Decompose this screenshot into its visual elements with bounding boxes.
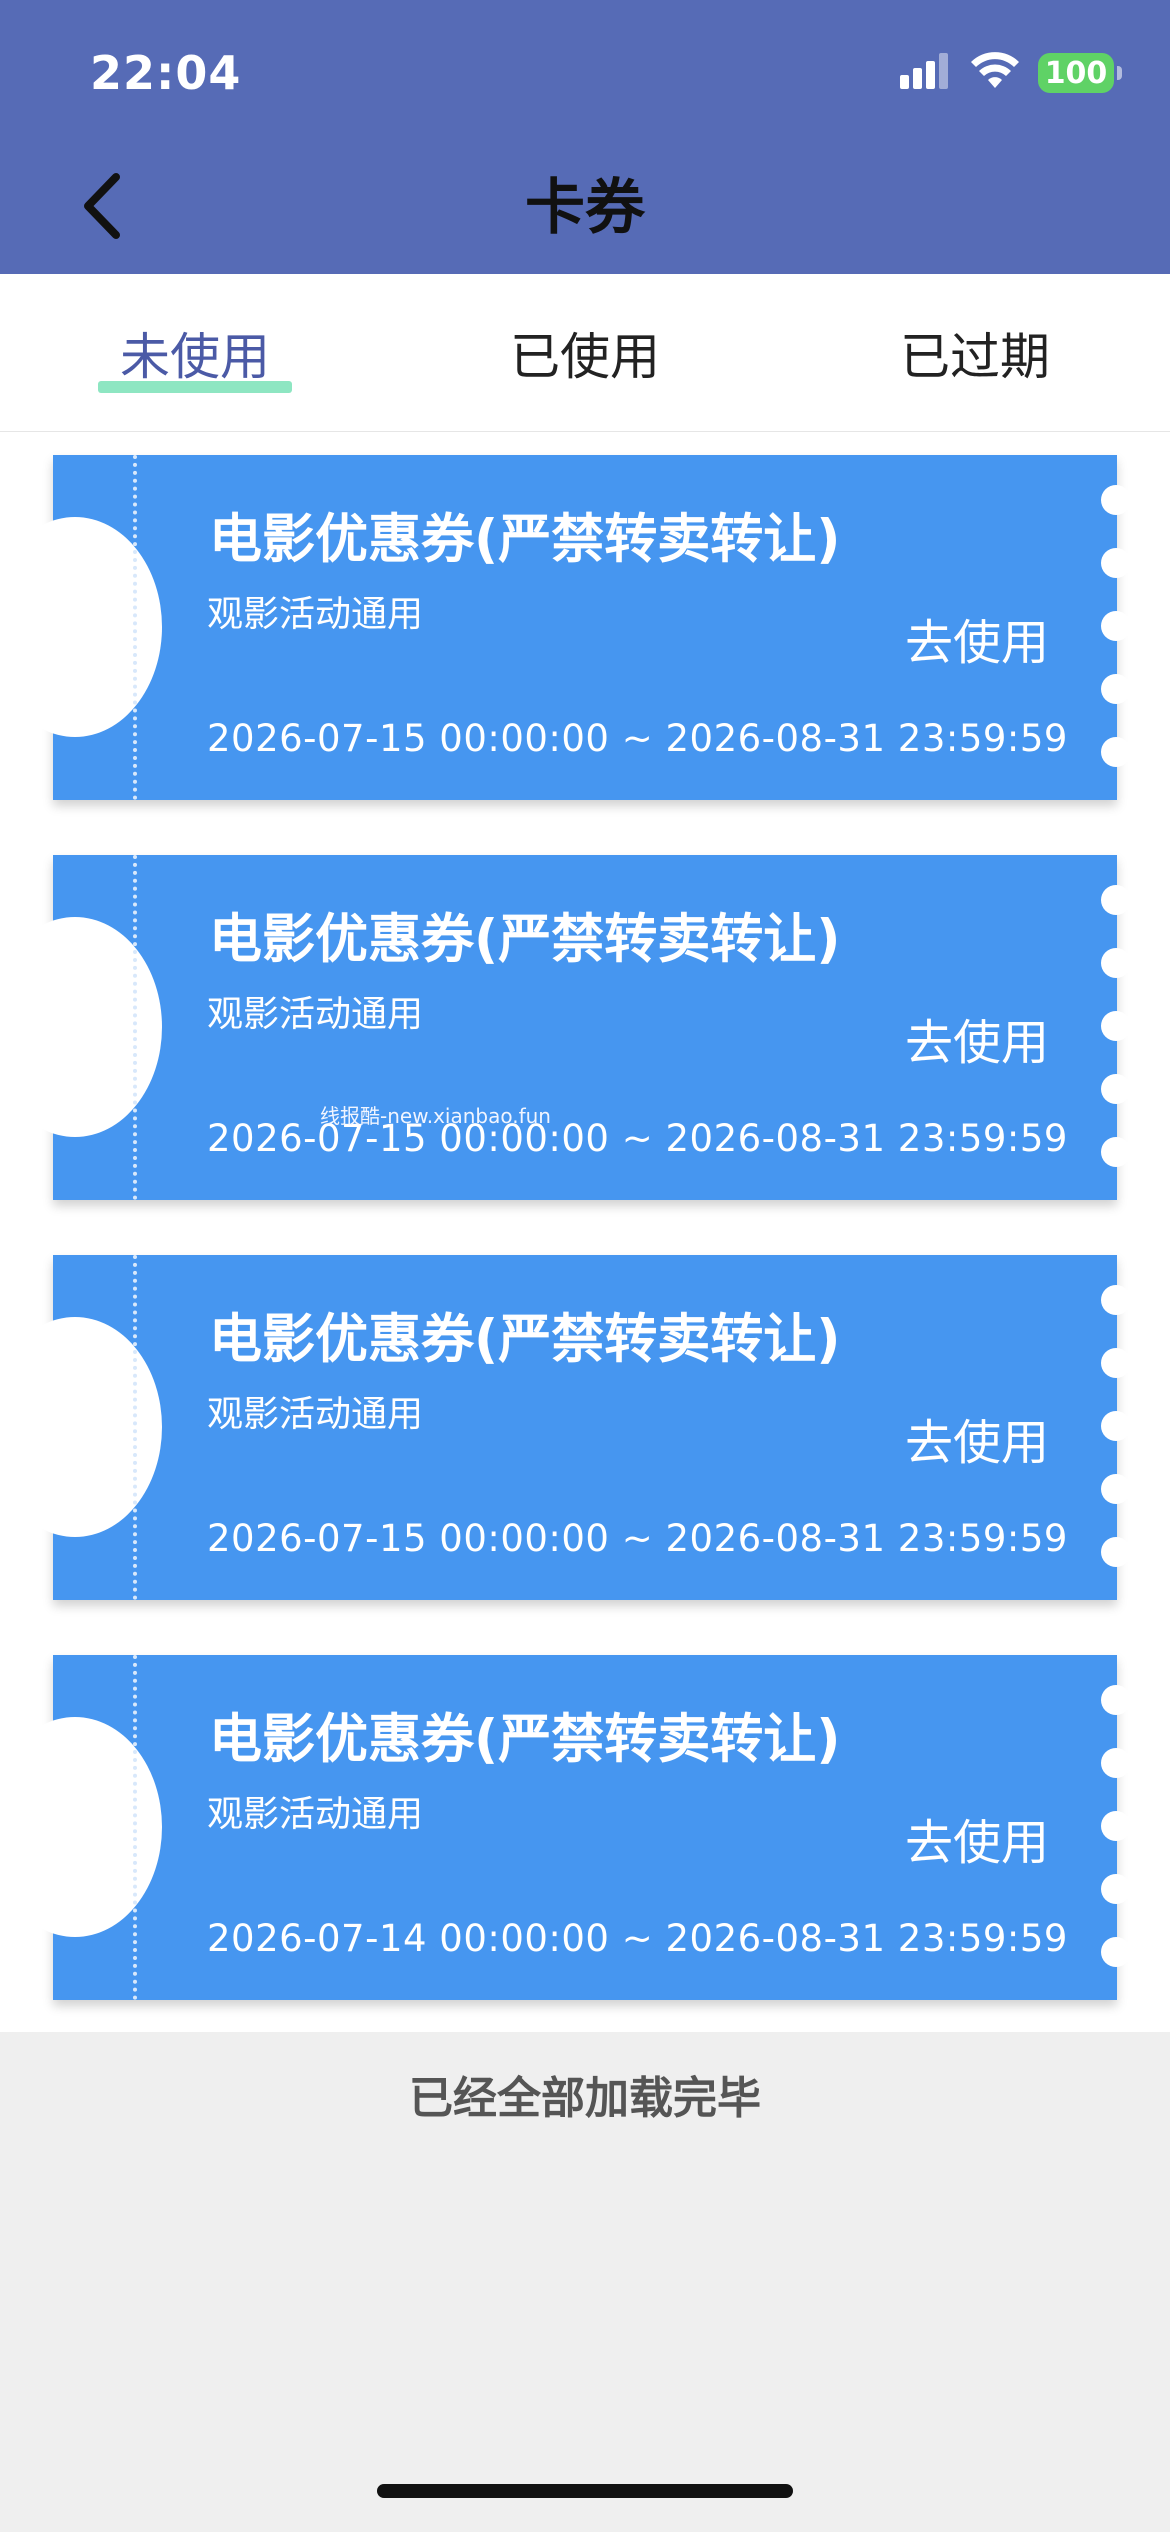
ticket-scallop bbox=[1101, 885, 1131, 915]
ticket-scallop bbox=[1101, 1685, 1131, 1715]
ticket-scallop bbox=[1101, 1011, 1131, 1041]
ticket-notch bbox=[0, 1317, 162, 1537]
coupon-subtitle: 观影活动通用 bbox=[207, 1794, 424, 1835]
ticket-scallop bbox=[1101, 1348, 1131, 1378]
tab-used[interactable]: 已使用 bbox=[390, 274, 780, 432]
coupon-title: 电影优惠券(严禁转卖转让) bbox=[209, 1709, 841, 1770]
coupon-subtitle: 观影活动通用 bbox=[207, 994, 424, 1035]
use-coupon-button[interactable]: 去使用 bbox=[905, 1803, 1049, 1873]
ticket-scallop bbox=[1101, 737, 1131, 767]
wifi-icon bbox=[970, 52, 1020, 94]
watermark-text: 线报酷-new.xianbao.fun bbox=[320, 1104, 551, 1128]
status-time: 22:04 bbox=[90, 46, 242, 100]
ticket-notch bbox=[0, 917, 162, 1137]
ticket-scallop bbox=[1101, 1074, 1131, 1104]
tab-label: 已过期 bbox=[900, 328, 1050, 386]
load-complete-text: 已经全部加载完毕 bbox=[409, 2073, 761, 2124]
tab-bar: 未使用 已使用 已过期 bbox=[0, 274, 1170, 432]
ticket-notch bbox=[0, 1717, 162, 1937]
perforation-line bbox=[133, 1655, 137, 2000]
back-button[interactable] bbox=[82, 168, 142, 248]
signal-icon bbox=[900, 53, 952, 93]
app-header: 22:04 100 卡券 bbox=[0, 0, 1170, 274]
tab-unused[interactable]: 未使用 bbox=[0, 274, 390, 432]
ticket-scallop bbox=[1101, 1937, 1131, 1967]
coupon-card[interactable]: 电影优惠券(严禁转卖转让) 观影活动通用 去使用 2026-07-15 00:0… bbox=[0, 1255, 1131, 1600]
battery-icon: 100 bbox=[1038, 53, 1122, 93]
ticket-scallop bbox=[1101, 1411, 1131, 1441]
coupon-card[interactable]: 电影优惠券(严禁转卖转让) 观影活动通用 去使用 2026-07-15 00:0… bbox=[0, 855, 1131, 1200]
tab-label-wrapper: 已过期 bbox=[900, 317, 1050, 389]
coupon-card[interactable]: 电影优惠券(严禁转卖转让) 观影活动通用 去使用 2026-07-14 00:0… bbox=[0, 1655, 1131, 2000]
coupon-title: 电影优惠券(严禁转卖转让) bbox=[209, 909, 841, 970]
coupon-title: 电影优惠券(严禁转卖转让) bbox=[209, 1309, 841, 1370]
tab-label-wrapper: 未使用 bbox=[98, 317, 292, 393]
ticket-scallop bbox=[1101, 1811, 1131, 1841]
coupon-subtitle: 观影活动通用 bbox=[207, 1394, 424, 1435]
use-coupon-button[interactable]: 去使用 bbox=[905, 603, 1049, 673]
tab-label-wrapper: 已使用 bbox=[510, 317, 660, 389]
tab-label: 已使用 bbox=[510, 328, 660, 386]
use-coupon-button[interactable]: 去使用 bbox=[905, 1403, 1049, 1473]
use-coupon-button[interactable]: 去使用 bbox=[905, 1003, 1049, 1073]
ticket-scallop bbox=[1101, 485, 1131, 515]
status-icons: 100 bbox=[900, 50, 1122, 96]
perforation-line bbox=[133, 1255, 137, 1600]
ticket-scallop bbox=[1101, 948, 1131, 978]
ticket-scallop bbox=[1101, 548, 1131, 578]
ticket-notch bbox=[0, 517, 162, 737]
coupon-validity: 2026-07-15 00:00:00 ~ 2026-08-31 23:59:5… bbox=[207, 1517, 1068, 1560]
home-indicator[interactable] bbox=[377, 2484, 793, 2498]
coupon-list: 电影优惠券(严禁转卖转让) 观影活动通用 去使用 2026-07-15 00:0… bbox=[0, 432, 1170, 2032]
tab-label: 未使用 bbox=[120, 328, 270, 386]
tab-expired[interactable]: 已过期 bbox=[780, 274, 1170, 432]
ticket-scallop bbox=[1101, 1748, 1131, 1778]
ticket-scallop bbox=[1101, 1137, 1131, 1167]
coupon-subtitle: 观影活动通用 bbox=[207, 594, 424, 635]
ticket-scallop bbox=[1101, 1474, 1131, 1504]
coupon-validity: 2026-07-14 00:00:00 ~ 2026-08-31 23:59:5… bbox=[207, 1917, 1068, 1960]
coupon-validity: 2026-07-15 00:00:00 ~ 2026-08-31 23:59:5… bbox=[207, 717, 1068, 760]
chevron-left-icon bbox=[82, 173, 122, 243]
coupon-title: 电影优惠券(严禁转卖转让) bbox=[209, 509, 841, 570]
coupon-card[interactable]: 电影优惠券(严禁转卖转让) 观影活动通用 去使用 2026-07-15 00:0… bbox=[0, 455, 1131, 800]
page-title: 卡券 bbox=[525, 173, 645, 243]
ticket-scallop bbox=[1101, 1874, 1131, 1904]
ticket-scallop bbox=[1101, 611, 1131, 641]
perforation-line bbox=[133, 855, 137, 1200]
ticket-scallop bbox=[1101, 1537, 1131, 1567]
ticket-scallop bbox=[1101, 1285, 1131, 1315]
perforation-line bbox=[133, 455, 137, 800]
ticket-scallop bbox=[1101, 674, 1131, 704]
